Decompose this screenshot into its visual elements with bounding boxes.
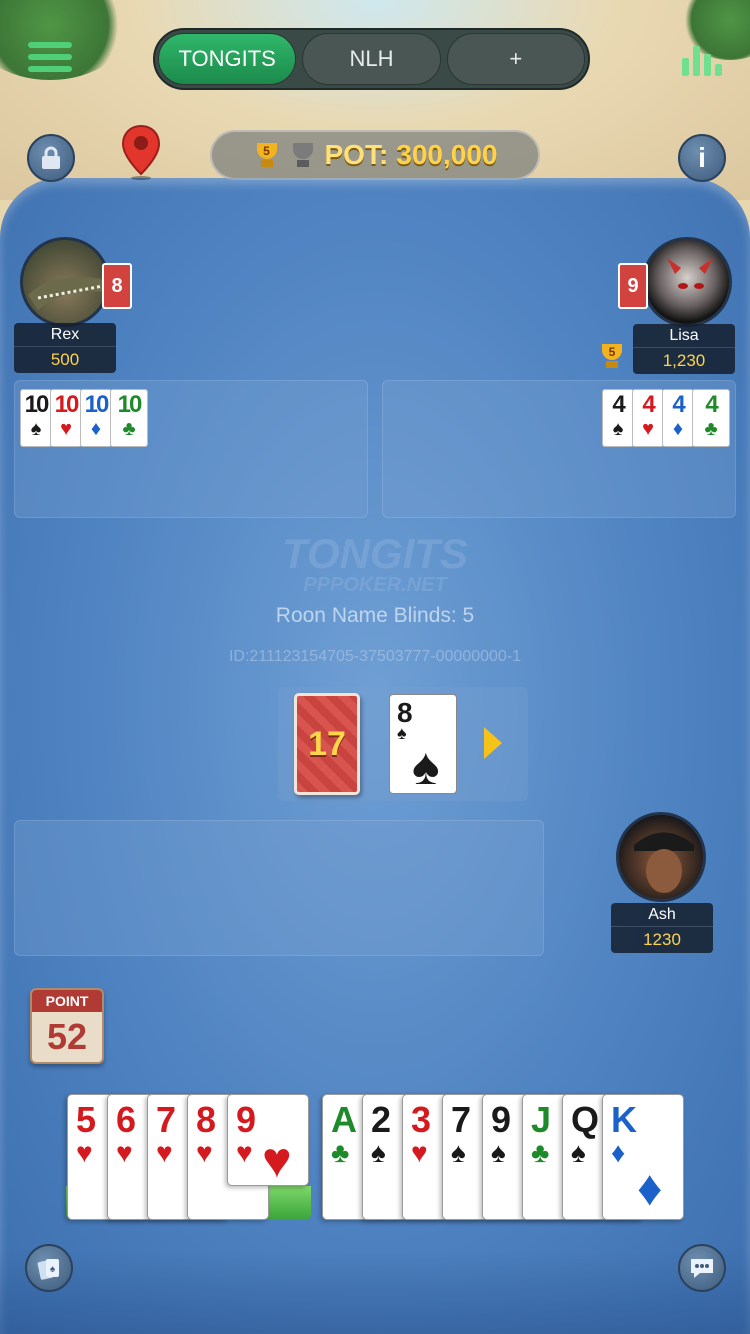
discard-suit: ♠: [397, 723, 407, 743]
pot-display: 5 POT: 300,000: [210, 130, 540, 180]
player-name: Ash: [611, 903, 713, 927]
meld-card: 10 ♥: [50, 389, 82, 447]
meld-card: 10 ♦: [80, 389, 112, 447]
meld-card: 4 ♥: [632, 389, 664, 447]
point-indicator: POINT 52: [30, 988, 104, 1064]
trophy-icon: 5: [253, 141, 281, 169]
discard-pile[interactable]: 8 ♠ ♠: [389, 694, 457, 796]
watermark-brand: TONGITS: [282, 530, 468, 577]
draw-pile[interactable]: 17: [294, 693, 360, 795]
info-icon[interactable]: i: [678, 134, 726, 182]
arrow-right-icon[interactable]: [484, 727, 502, 759]
point-label: POINT: [32, 990, 102, 1012]
location-pin-icon[interactable]: [120, 124, 162, 180]
tab-add[interactable]: +: [446, 33, 585, 85]
lock-icon[interactable]: [27, 134, 75, 182]
tab-tongits[interactable]: TONGITS: [158, 33, 297, 85]
meld-card: 4 ♣: [692, 389, 730, 447]
player-chips: 1230: [643, 930, 681, 949]
watermark-site: PPPOKER.NET: [303, 574, 447, 596]
cards-icon[interactable]: ♠: [25, 1244, 73, 1292]
pot-value: 300,000: [396, 139, 498, 170]
hand-card[interactable]: 9 ♥ ♥: [227, 1094, 309, 1186]
meld-card: 4 ♠: [602, 389, 634, 447]
player-name: Rex: [14, 323, 116, 347]
player-info-rex: Rex 500: [14, 323, 116, 373]
tab-nlh[interactable]: NLH: [302, 33, 441, 85]
chat-icon[interactable]: [678, 1244, 726, 1292]
room-id: ID:211123154705-37503777-00000000-1: [228, 648, 522, 665]
point-value: 52: [46, 1016, 88, 1057]
trophy-icon: 5: [598, 342, 626, 370]
pot-label: POT:: [324, 139, 389, 170]
avatar-rex[interactable]: [20, 237, 110, 327]
room-info: Roon Name Blinds: 5: [275, 604, 475, 627]
table-rim: [0, 1250, 750, 1334]
meld-area-ash: [14, 820, 544, 956]
meld-card: 4 ♦: [662, 389, 694, 447]
stats-icon[interactable]: [682, 40, 722, 76]
card-count-lisa: 9: [618, 263, 648, 309]
game-type-tabs: TONGITS NLH +: [153, 28, 590, 90]
meld-card: 10 ♣: [110, 389, 148, 447]
player-chips: 1,230: [662, 351, 706, 370]
avatar-lisa[interactable]: [642, 237, 732, 327]
hand-card[interactable]: K ♦ ♦: [602, 1094, 684, 1220]
svg-text:♠: ♠: [50, 1264, 56, 1275]
menu-icon[interactable]: [28, 42, 72, 76]
spade-icon: ♠: [412, 738, 440, 796]
player-chips: 500: [50, 350, 80, 369]
card-count-rex: 8: [102, 263, 132, 309]
player-name: Lisa: [633, 324, 735, 348]
player-info-ash: Ash 1230: [611, 903, 713, 953]
trophy-grey-icon: [289, 141, 317, 169]
player-info-lisa: Lisa 1,230: [633, 324, 735, 374]
meld-card: 10 ♠: [20, 389, 52, 447]
avatar-ash[interactable]: [616, 812, 706, 902]
